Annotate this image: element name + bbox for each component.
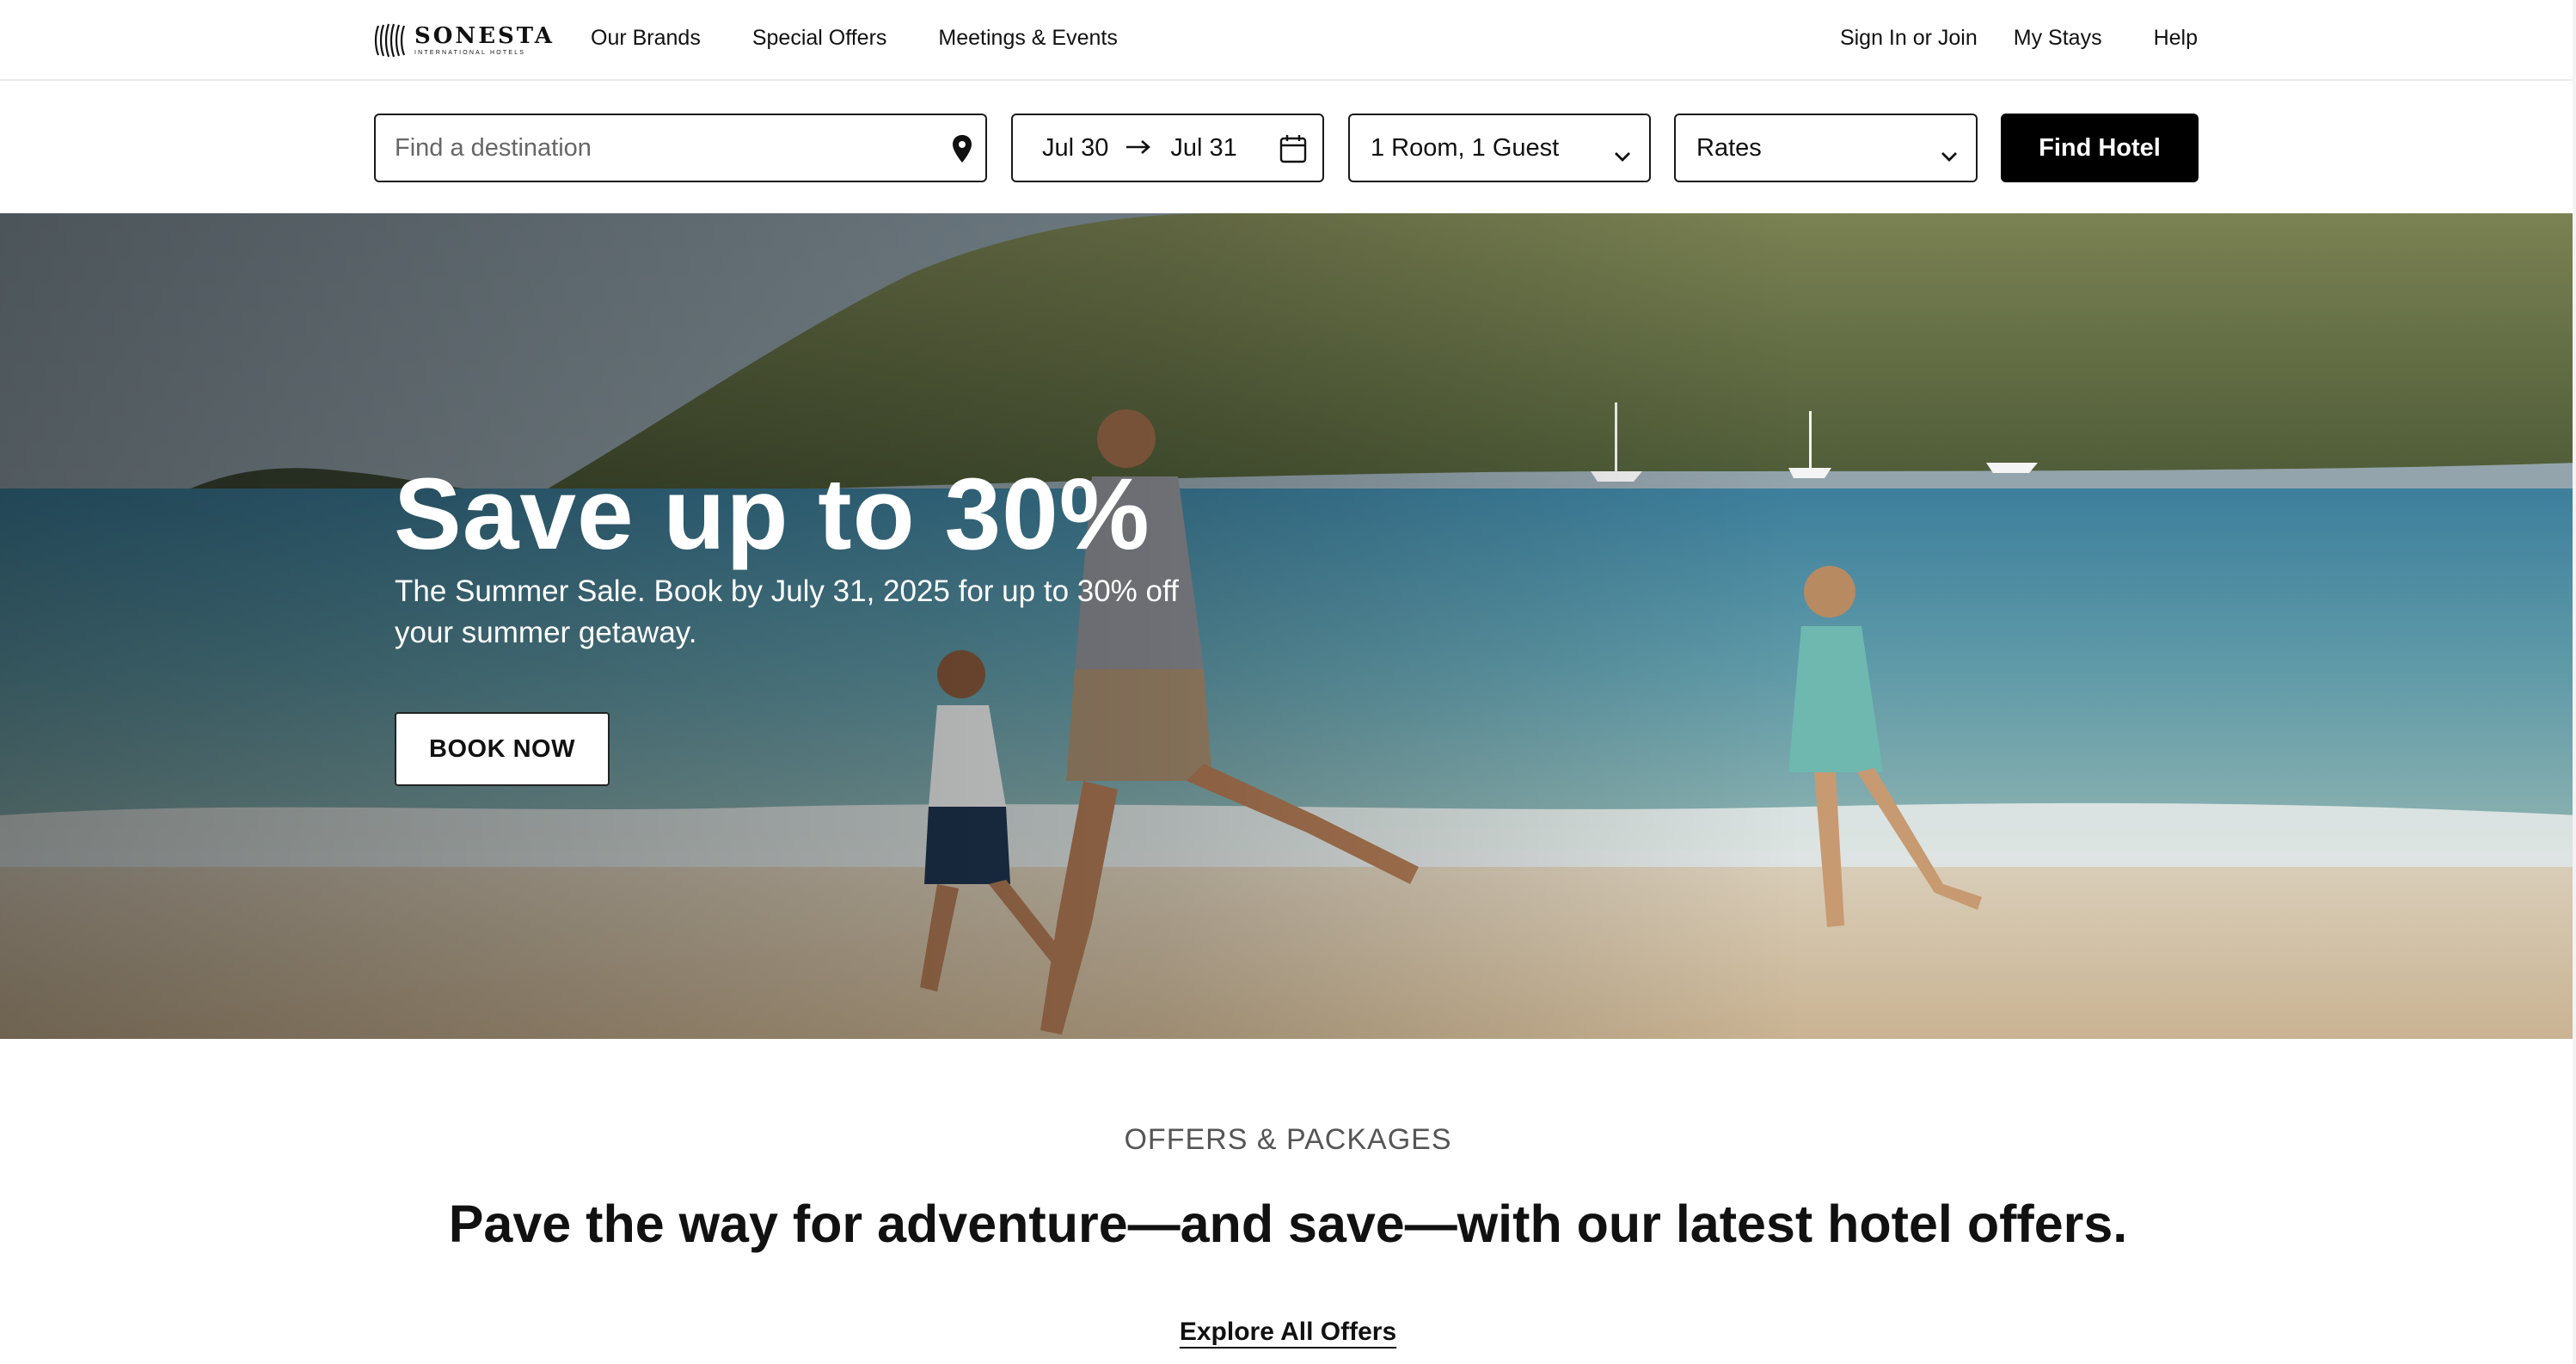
destination-field	[374, 114, 987, 182]
arrow-right-icon	[1125, 133, 1151, 163]
top-navigation: SONESTA INTERNATIONAL HOTELS Our Brands …	[0, 0, 2576, 81]
booking-search-bar: Jul 30 Jul 31 1 Room, 1 Guest Rates Find…	[0, 83, 2576, 213]
destination-input[interactable]	[395, 133, 911, 163]
page-scrollbar[interactable]	[2573, 0, 2576, 1364]
chevron-down-icon	[1940, 141, 1959, 169]
explore-offers-wrapper: Explore All Offers	[0, 1318, 2576, 1347]
date-range-picker[interactable]: Jul 30 Jul 31	[1011, 114, 1324, 182]
nav-meetings-events[interactable]: Meetings & Events	[938, 26, 1117, 51]
sign-in-link[interactable]: Sign In or Join	[1840, 26, 1978, 51]
rooms-guests-value: 1 Room, 1 Guest	[1371, 133, 1560, 162]
book-now-button[interactable]: BOOK NOW	[395, 712, 610, 786]
rooms-guests-select[interactable]: 1 Room, 1 Guest	[1348, 114, 1651, 182]
primary-nav: Our Brands Special Offers Meetings & Eve…	[591, 26, 1118, 51]
hero-subtitle: The Summer Sale. Book by July 31, 2025 f…	[395, 574, 1179, 649]
logo-subtext: INTERNATIONAL HOTELS	[414, 50, 526, 56]
offers-headline: Pave the way for adventure—and save—with…	[448, 1195, 2128, 1253]
sonesta-emblem-icon	[374, 23, 406, 58]
checkout-date[interactable]: Jul 31	[1170, 134, 1236, 163]
find-hotel-button[interactable]: Find Hotel	[2001, 114, 2199, 182]
logo-wordmark: SONESTA	[414, 23, 555, 49]
help-link[interactable]: Help	[2154, 26, 2198, 51]
my-stays-link[interactable]: My Stays	[2014, 26, 2102, 51]
checkin-date[interactable]: Jul 30	[1042, 134, 1108, 163]
hero-title: Save up to 30%	[394, 458, 1150, 571]
nav-our-brands[interactable]: Our Brands	[591, 26, 701, 51]
sonesta-logo[interactable]: SONESTA INTERNATIONAL HOTELS	[373, 21, 555, 60]
map-pin-icon[interactable]	[951, 134, 973, 168]
rates-value: Rates	[1696, 133, 1762, 162]
explore-all-offers-link[interactable]: Explore All Offers	[1180, 1318, 1396, 1346]
nav-special-offers[interactable]: Special Offers	[752, 26, 887, 51]
hero-beach-image	[0, 213, 2576, 1039]
hero-banner: Save up to 30% The Summer Sale. Book by …	[0, 213, 2576, 1039]
calendar-icon[interactable]	[1279, 134, 1307, 170]
chevron-down-icon	[1613, 141, 1632, 169]
offers-eyebrow: OFFERS & PACKAGES	[1124, 1123, 1452, 1156]
account-nav: Sign In or Join My Stays Help	[1840, 26, 2198, 51]
rates-select[interactable]: Rates	[1674, 114, 1978, 182]
